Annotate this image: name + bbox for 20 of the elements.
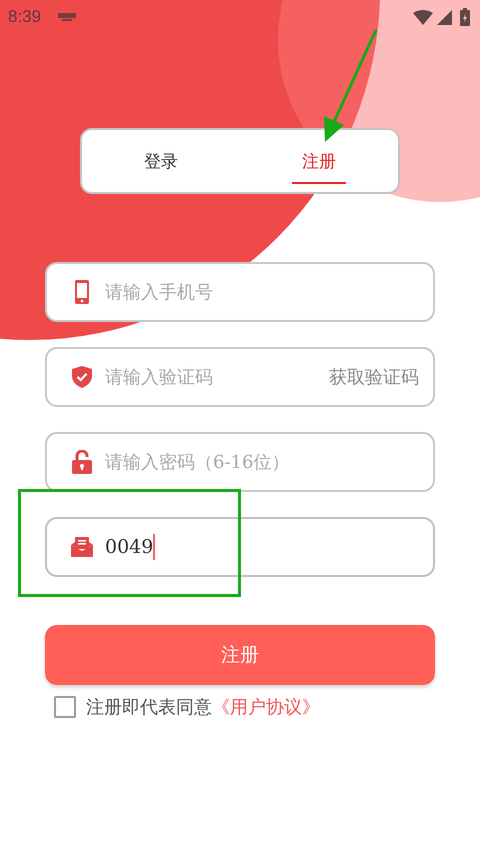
- unlocked-padlock-icon: [72, 450, 92, 474]
- wifi-icon: [413, 10, 433, 24]
- input-field[interactable]: 请输入验证码 获取验证码: [45, 347, 435, 407]
- user-agreement-link[interactable]: 《用户协议》: [212, 697, 320, 718]
- input-field[interactable]: 请输入密码（6-16位）: [45, 432, 435, 492]
- phone-icon: [75, 280, 89, 304]
- keyboard-icon: [58, 12, 76, 22]
- input-field[interactable]: 请输入手机号: [45, 262, 435, 322]
- envelope-letter-icon: [71, 537, 93, 557]
- tab[interactable]: 登录: [82, 130, 240, 192]
- tab[interactable]: 注册: [240, 130, 398, 192]
- shield-check-icon: [72, 366, 92, 388]
- battery-icon: [460, 8, 470, 26]
- get-code-button[interactable]: 获取验证码: [329, 365, 419, 389]
- checkbox[interactable]: [54, 696, 76, 718]
- signal-icon: [437, 10, 452, 24]
- input-field[interactable]: 0049: [45, 517, 435, 577]
- clock: 8:39: [8, 7, 42, 27]
- register-button[interactable]: 注册: [45, 625, 435, 685]
- agreement-text: 注册即代表同意《用户协议》: [86, 696, 320, 719]
